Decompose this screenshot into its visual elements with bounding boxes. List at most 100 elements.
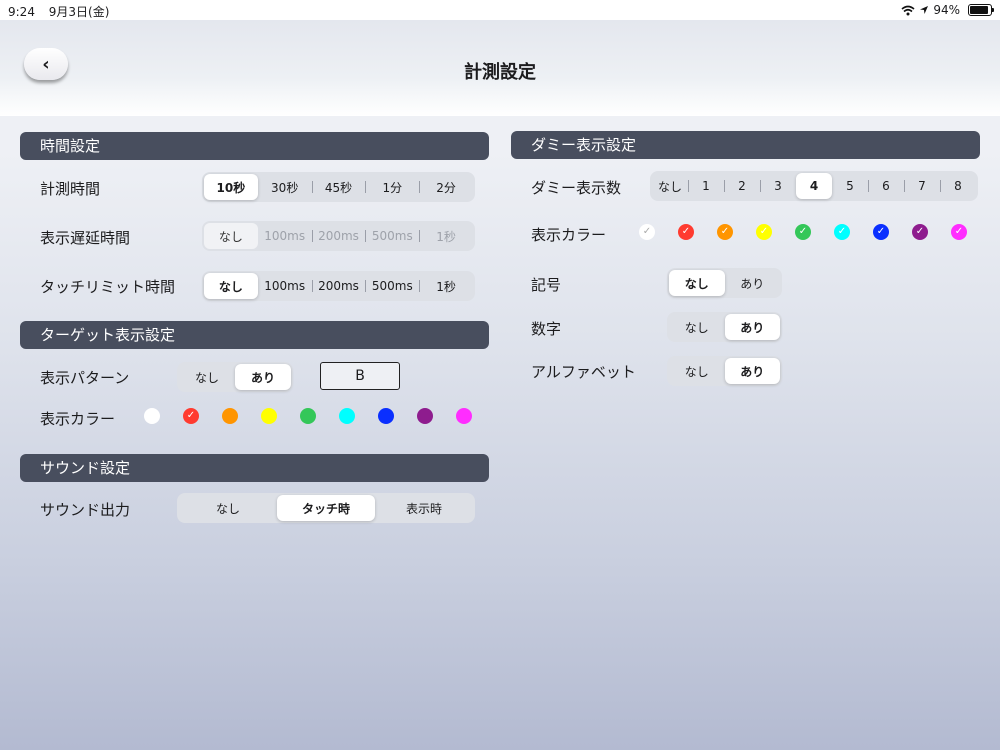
display-delay-option-1[interactable]: 100ms — [258, 223, 312, 249]
display-delay-option-0[interactable]: なし — [204, 223, 258, 249]
display-delay-segment: なし 100ms 200ms 500ms 1秒 — [202, 221, 475, 251]
battery-percent: 94% — [933, 3, 960, 17]
target-color-label: 表示カラー — [40, 410, 116, 428]
check-icon: ✓ — [798, 226, 808, 237]
alphabet-option-0[interactable]: なし — [669, 358, 725, 384]
measure-time-option-3[interactable]: 1分 — [365, 174, 419, 200]
touch-limit-option-0[interactable]: なし — [204, 273, 258, 299]
status-date: 9月3日(金) — [48, 5, 110, 19]
target-color-swatch-8[interactable] — [456, 408, 472, 424]
sound-output-label: サウンド出力 — [40, 501, 131, 519]
number-segment: なし あり — [667, 312, 782, 342]
dummy-count-option-4[interactable]: 4 — [796, 173, 832, 199]
dummy-color-swatch-0[interactable]: ✓ — [639, 224, 655, 240]
dummy-color-swatch-5[interactable]: ✓ — [834, 224, 850, 240]
touch-limit-option-1[interactable]: 100ms — [258, 273, 312, 299]
dummy-count-segment: なし 1 2 3 4 5 6 7 8 — [650, 171, 978, 201]
section-time-settings: 時間設定 — [20, 132, 489, 160]
section-sound-settings: サウンド設定 — [20, 454, 489, 482]
alphabet-option-1[interactable]: あり — [724, 358, 780, 384]
dummy-color-label: 表示カラー — [531, 226, 607, 244]
alphabet-label: アルファベット — [531, 363, 636, 381]
measure-time-option-2[interactable]: 45秒 — [311, 174, 366, 200]
section-dummy-settings: ダミー表示設定 — [511, 131, 980, 159]
check-icon: ✓ — [915, 226, 925, 237]
measure-time-option-0[interactable]: 10秒 — [204, 174, 258, 200]
display-pattern-option-1[interactable]: あり — [235, 364, 291, 390]
alphabet-segment: なし あり — [667, 356, 782, 386]
display-delay-option-2[interactable]: 200ms — [311, 223, 366, 249]
check-icon: ✓ — [720, 226, 730, 237]
number-label: 数字 — [531, 320, 562, 338]
sound-output-option-2[interactable]: 表示時 — [375, 495, 473, 521]
number-option-1[interactable]: あり — [724, 314, 780, 340]
touch-limit-segment: なし 100ms 200ms 500ms 1秒 — [202, 271, 475, 301]
touch-limit-label: タッチリミット時間 — [40, 278, 176, 296]
header: ‹ 計測設定 — [0, 20, 1000, 116]
touch-limit-option-3[interactable]: 500ms — [365, 273, 419, 299]
dummy-count-option-0[interactable]: なし — [652, 173, 688, 199]
target-color-swatch-5[interactable] — [339, 408, 355, 424]
wifi-icon — [901, 5, 915, 15]
target-color-swatch-3[interactable] — [261, 408, 277, 424]
dummy-color-swatch-8[interactable]: ✓ — [951, 224, 967, 240]
target-color-picker: ✓ — [144, 408, 472, 424]
symbol-label: 記号 — [531, 276, 562, 294]
check-icon: ✓ — [186, 410, 196, 421]
sound-output-option-0[interactable]: なし — [179, 495, 277, 521]
sound-output-option-1[interactable]: タッチ時 — [277, 495, 375, 521]
number-option-0[interactable]: なし — [669, 314, 725, 340]
touch-limit-option-4[interactable]: 1秒 — [419, 273, 473, 299]
dummy-color-swatch-3[interactable]: ✓ — [756, 224, 772, 240]
symbol-option-1[interactable]: あり — [725, 270, 781, 296]
page-title: 計測設定 — [464, 62, 536, 83]
dummy-count-option-3[interactable]: 3 — [760, 173, 796, 199]
target-color-swatch-4[interactable] — [300, 408, 316, 424]
section-target-settings: ターゲット表示設定 — [20, 321, 489, 349]
dummy-count-option-2[interactable]: 2 — [724, 173, 760, 199]
battery-icon — [968, 4, 994, 16]
target-color-swatch-1[interactable]: ✓ — [183, 408, 199, 424]
symbol-segment: なし あり — [667, 268, 782, 298]
target-color-swatch-6[interactable] — [378, 408, 394, 424]
dummy-count-option-8[interactable]: 8 — [940, 173, 976, 199]
dummy-color-swatch-4[interactable]: ✓ — [795, 224, 811, 240]
touch-limit-option-2[interactable]: 200ms — [311, 273, 366, 299]
dummy-color-swatch-1[interactable]: ✓ — [678, 224, 694, 240]
dummy-count-option-7[interactable]: 7 — [904, 173, 940, 199]
display-pattern-label: 表示パターン — [40, 369, 130, 387]
measure-time-segment: 10秒 30秒 45秒 1分 2分 — [202, 172, 475, 202]
measure-time-option-4[interactable]: 2分 — [419, 174, 473, 200]
status-time: 9:24 — [8, 5, 35, 19]
status-left: 9:24 9月3日(金) — [8, 3, 119, 20]
status-bar: 9:24 9月3日(金) 94% — [0, 0, 1000, 20]
symbol-option-0[interactable]: なし — [669, 270, 725, 296]
dummy-count-option-5[interactable]: 5 — [832, 173, 868, 199]
target-color-swatch-0[interactable] — [144, 408, 160, 424]
status-right: 94% — [901, 3, 994, 17]
dummy-color-swatch-7[interactable]: ✓ — [912, 224, 928, 240]
pattern-value-box[interactable]: B — [320, 362, 400, 390]
dummy-count-label: ダミー表示数 — [531, 179, 622, 197]
measure-time-option-1[interactable]: 30秒 — [258, 174, 312, 200]
dummy-count-option-6[interactable]: 6 — [868, 173, 904, 199]
dummy-count-option-1[interactable]: 1 — [688, 173, 724, 199]
display-delay-option-3[interactable]: 500ms — [365, 223, 419, 249]
check-icon: ✓ — [681, 226, 691, 237]
display-pattern-option-0[interactable]: なし — [179, 364, 235, 390]
check-icon: ✓ — [642, 226, 652, 237]
target-color-swatch-7[interactable] — [417, 408, 433, 424]
measure-time-label: 計測時間 — [40, 180, 101, 198]
target-color-swatch-2[interactable] — [222, 408, 238, 424]
check-icon: ✓ — [954, 226, 964, 237]
display-pattern-segment: なし あり — [177, 362, 293, 392]
check-icon: ✓ — [837, 226, 847, 237]
dummy-color-swatch-6[interactable]: ✓ — [873, 224, 889, 240]
check-icon: ✓ — [876, 226, 886, 237]
dummy-color-picker: ✓ ✓ ✓ ✓ ✓ ✓ ✓ ✓ ✓ — [639, 224, 967, 240]
sound-output-segment: なし タッチ時 表示時 — [177, 493, 475, 523]
location-icon — [920, 6, 929, 14]
check-icon: ✓ — [759, 226, 769, 237]
dummy-color-swatch-2[interactable]: ✓ — [717, 224, 733, 240]
display-delay-option-4[interactable]: 1秒 — [419, 223, 473, 249]
